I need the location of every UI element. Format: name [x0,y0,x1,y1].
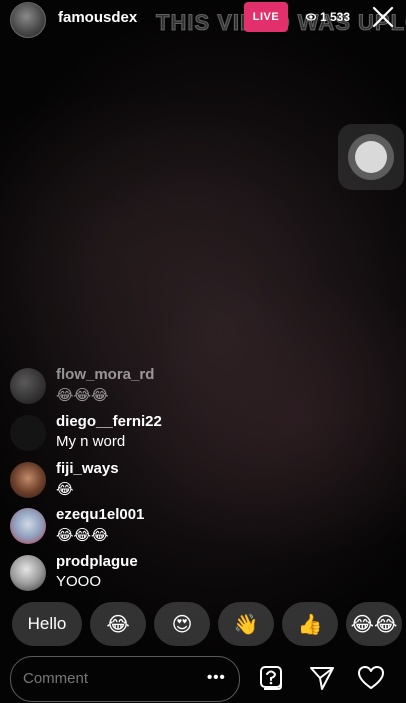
quick-reply-heart-eyes[interactable]: 😍 [154,602,210,646]
viewer-count[interactable]: 1 533 [306,10,350,24]
comment-item: ezequ1el001 😂😂😂 [10,506,310,550]
question-sticker-icon[interactable] [258,664,286,692]
commenter-avatar[interactable] [10,555,46,591]
quick-reply-hello[interactable]: Hello [12,602,82,646]
commenter-username[interactable]: fiji_ways [56,460,119,477]
commenter-username[interactable]: diego__ferni22 [56,413,162,430]
video-background [0,0,406,703]
host-username[interactable]: famousdex [58,9,137,26]
live-badge: LIVE [244,2,288,32]
comment-text: 😂😂😂 [56,387,109,404]
assistive-touch-dot [355,141,387,173]
host-avatar[interactable] [10,2,46,38]
comment-item: prodplague YOOO [10,553,310,597]
commenter-avatar[interactable] [10,462,46,498]
quick-reply-bar: Hello 😂 😍 👋 👍 😂😂 [12,602,402,646]
comment-text: 😂😂😂 [56,527,109,544]
eye-icon [306,13,316,21]
comment-item: flow_mora_rd 😂😂😂 [10,366,310,410]
comment-item: diego__ferni22 My n word [10,413,310,457]
quick-reply-wave[interactable]: 👋 [218,602,274,646]
quick-reply-thumbs-up[interactable]: 👍 [282,602,338,646]
live-label: LIVE [252,11,280,23]
comment-item: fiji_ways 😂 [10,460,310,504]
comment-placeholder: Comment [23,670,89,687]
assistive-touch-button[interactable] [338,124,404,190]
viewer-count-text: 1 533 [320,10,351,24]
comment-input[interactable]: Comment ••• [10,656,240,702]
heart-icon[interactable] [357,664,385,692]
commenter-avatar[interactable] [10,368,46,404]
quick-reply-laugh[interactable]: 😂 [90,602,146,646]
comment-text: YOOO [56,573,102,590]
quick-reply-laugh-double[interactable]: 😂😂 [346,602,402,646]
send-icon[interactable] [308,664,336,692]
commenter-avatar[interactable] [10,415,46,451]
commenter-username[interactable]: flow_mora_rd [56,366,154,383]
comment-text: 😂 [56,481,74,498]
more-options-icon[interactable]: ••• [207,669,226,686]
close-icon[interactable] [372,6,394,28]
commenter-avatar[interactable] [10,508,46,544]
commenter-username[interactable]: prodplague [56,553,138,570]
comment-text: My n word [56,433,126,450]
commenter-username[interactable]: ezequ1el001 [56,506,144,523]
